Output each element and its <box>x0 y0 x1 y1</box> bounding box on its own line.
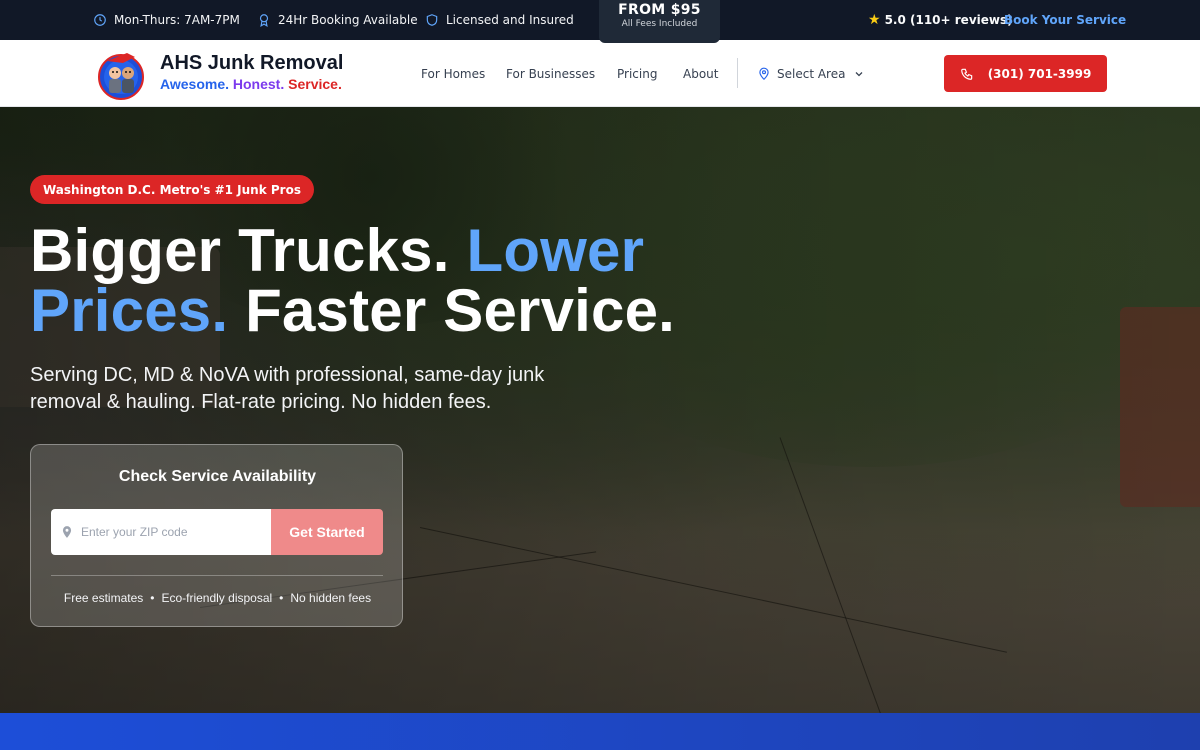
booking-text: 24Hr Booking Available <box>278 13 418 27</box>
top-info-bar: Mon-Thurs: 7AM-7PM 24Hr Booking Availabl… <box>0 0 1200 43</box>
licensed-text: Licensed and Insured <box>446 13 574 27</box>
main-navigation: AHS Junk Removal Awesome. Honest. Servic… <box>0 40 1200 107</box>
nav-link-for-homes[interactable]: For Homes <box>421 40 485 107</box>
clock-icon <box>94 14 106 26</box>
book-service-link[interactable]: Book Your Service <box>1004 0 1126 40</box>
hero-badge: Washington D.C. Metro's #1 Junk Pros <box>30 175 314 204</box>
select-area-label: Select Area <box>777 66 846 81</box>
from-price: FROM $95 <box>618 2 701 18</box>
nav-link-pricing[interactable]: Pricing <box>617 40 657 107</box>
get-started-button[interactable]: Get Started <box>271 509 383 555</box>
select-area-dropdown[interactable]: Select Area <box>757 40 865 107</box>
tagline-service: Service. <box>288 76 342 92</box>
price-badge: FROM $95 All Fees Included <box>599 0 720 43</box>
zip-field[interactable] <box>51 509 271 555</box>
card-divider <box>51 575 383 576</box>
star-icon: ★ <box>868 12 881 28</box>
hero-headline: Bigger Trucks. Lower Prices. Faster Serv… <box>30 221 730 341</box>
phone-number: (301) 701-3999 <box>987 66 1092 81</box>
booking-info: 24Hr Booking Available <box>257 0 418 40</box>
rating-text: 5.0 (110+ reviews) <box>884 13 1013 27</box>
hours-text: Mon-Thurs: 7AM-7PM <box>114 13 240 27</box>
licensed-info: Licensed and Insured <box>425 0 574 40</box>
nav-link-for-businesses[interactable]: For Businesses <box>506 40 595 107</box>
from-subtext: All Fees Included <box>621 19 698 29</box>
map-pin-icon <box>759 67 769 80</box>
feature-free-estimates: Free estimates <box>63 591 144 605</box>
brand-tagline: Awesome. Honest. Service. <box>160 76 343 92</box>
phone-icon <box>960 68 972 80</box>
shield-icon <box>426 14 438 26</box>
logo-icon[interactable] <box>97 47 145 101</box>
hero-section: Washington D.C. Metro's #1 Junk Pros Big… <box>0 107 1200 713</box>
brand-name: AHS Junk Removal <box>160 52 344 74</box>
nav-divider <box>737 58 738 88</box>
card-features: Free estimates • Eco-friendly disposal • No … <box>31 591 404 605</box>
headline-part-2: Faster Service. <box>228 277 676 344</box>
feature-eco-friendly: Eco-friendly disposal <box>161 591 273 605</box>
tagline-awesome: Awesome. <box>160 76 229 92</box>
next-section-band <box>0 713 1200 750</box>
feature-separator: • <box>150 591 155 605</box>
nav-link-about[interactable]: About <box>683 40 718 107</box>
availability-title: Check Service Availability <box>118 468 317 485</box>
chevron-down-icon <box>856 71 863 76</box>
brand[interactable]: AHS Junk Removal Awesome. Honest. Servic… <box>160 52 343 92</box>
award-icon <box>259 14 269 27</box>
feature-no-hidden-fees: No hidden fees <box>290 591 372 605</box>
zip-input[interactable] <box>81 525 261 539</box>
availability-card: Check Service Availability Get Started F… <box>30 444 403 627</box>
tagline-honest: Honest. <box>232 76 285 92</box>
hours-info: Mon-Thurs: 7AM-7PM <box>93 0 240 40</box>
rating-info: ★ 5.0 (110+ reviews) <box>868 0 1013 40</box>
headline-part-1: Bigger Trucks. <box>30 217 467 284</box>
hero-subheadline: Serving DC, MD & NoVA with professional,… <box>30 364 545 413</box>
feature-separator: • <box>279 591 284 605</box>
call-phone-button[interactable]: (301) 701-3999 <box>944 55 1107 92</box>
map-pin-icon <box>62 526 72 538</box>
